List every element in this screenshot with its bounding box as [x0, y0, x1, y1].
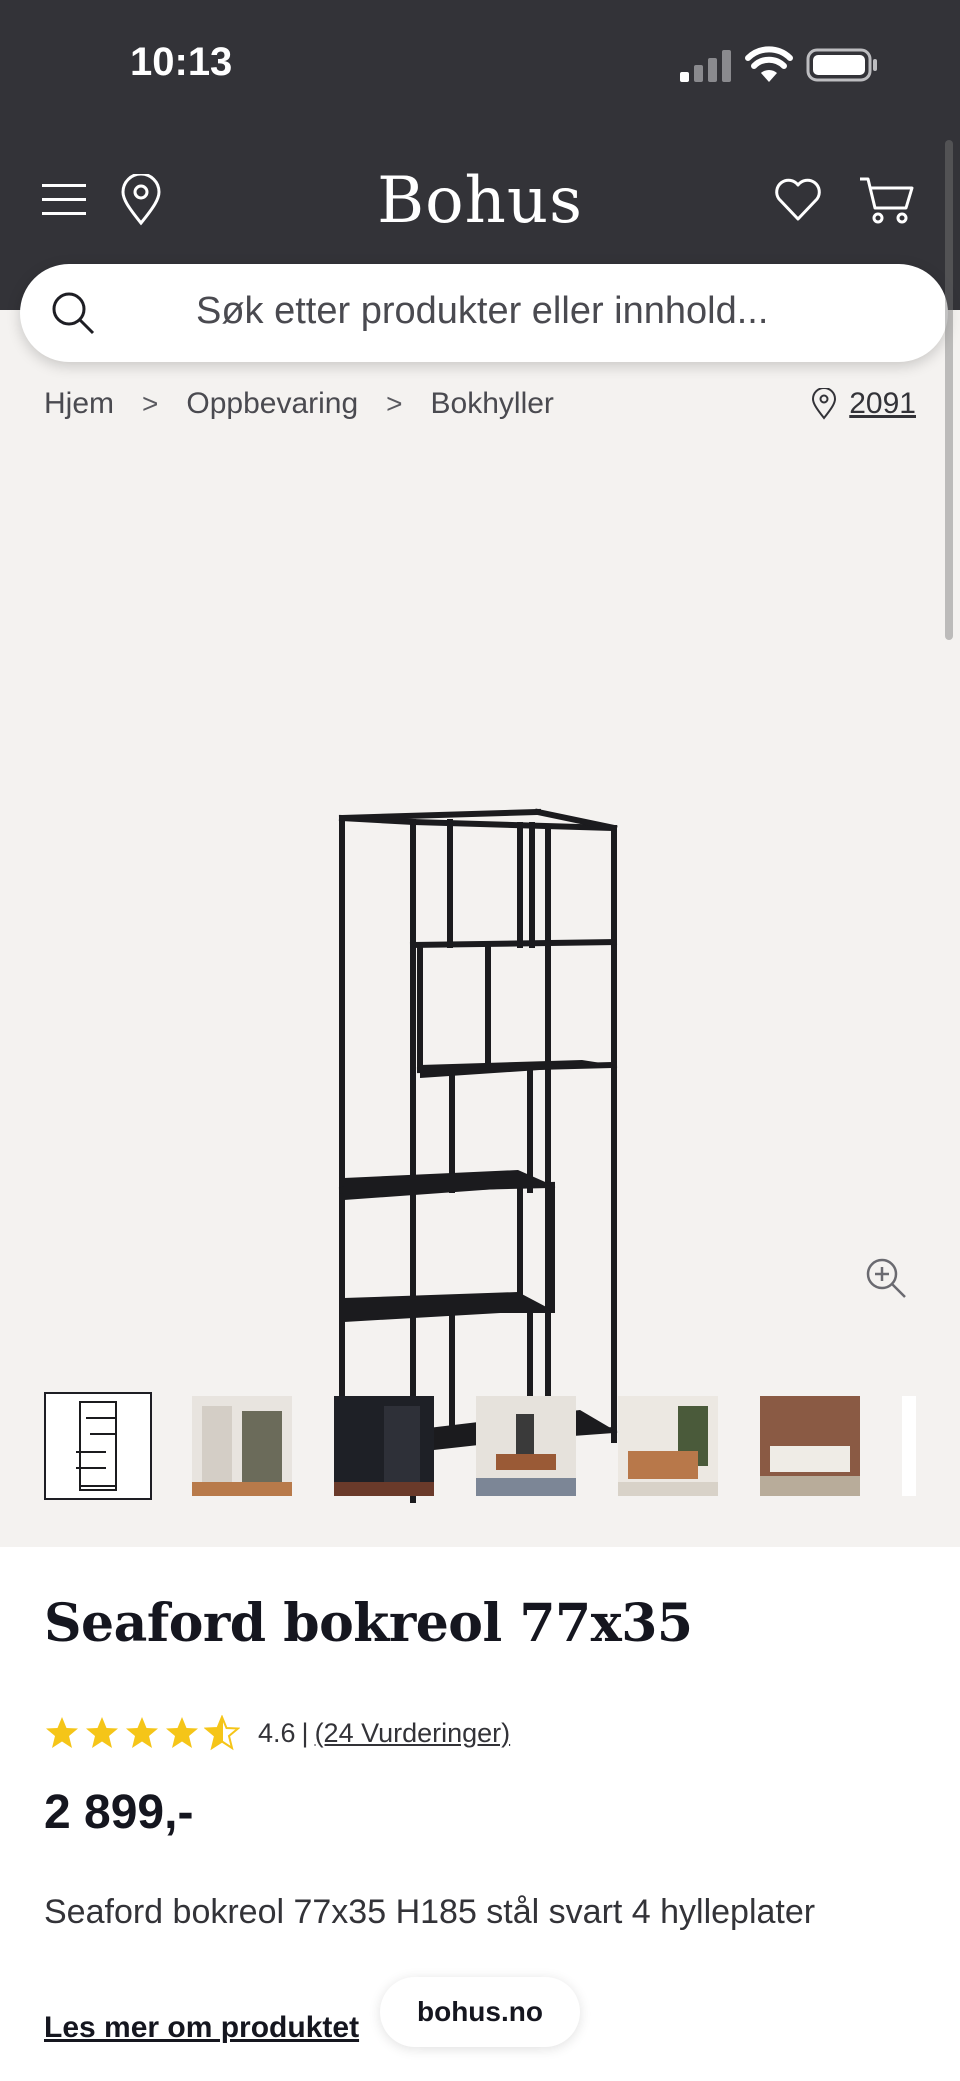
thumbnail-5[interactable]	[618, 1396, 718, 1496]
search-bar[interactable]: Søk etter produkter eller innhold...	[20, 264, 948, 362]
product-rating: 4.6 | (24 Vurderinger)	[44, 1715, 510, 1751]
scrollbar[interactable]	[945, 140, 953, 640]
star-full-icon	[166, 1717, 198, 1748]
status-time: 10:13	[130, 40, 233, 84]
location-pin-icon	[812, 388, 837, 420]
postcode-selector[interactable]: 2091	[811, 384, 916, 424]
product-details: Seaford bokreol 77x35 4.6 | (24 Vurderin…	[0, 1547, 960, 2081]
breadcrumb-item-oppbevaring[interactable]: Oppbevaring	[186, 387, 358, 421]
thumbnail-room-image	[192, 1396, 292, 1496]
thumbnail-3[interactable]	[334, 1396, 434, 1496]
product-gallery: Hjem > Oppbevaring > Bokhyller 2091	[0, 310, 960, 1547]
thumbnail-4[interactable]	[476, 1396, 576, 1496]
menu-icon[interactable]	[40, 180, 90, 220]
read-more-link[interactable]: Les mer om produktet	[44, 2011, 359, 2045]
battery-icon	[806, 48, 877, 82]
thumbnail-lounge-image	[760, 1396, 860, 1496]
breadcrumb: Hjem > Oppbevaring > Bokhyller	[44, 384, 554, 424]
reviews-link[interactable]: (24 Vurderinger)	[315, 1718, 511, 1749]
star-full-icon	[86, 1717, 118, 1748]
wifi-icon	[745, 46, 793, 82]
breadcrumb-item-hjem[interactable]: Hjem	[44, 387, 114, 421]
nav-row: Bohus	[0, 160, 960, 240]
thumbnail-6[interactable]	[760, 1396, 860, 1496]
product-description: Seaford bokreol 77x35 H185 stål svart 4 …	[44, 1893, 816, 1931]
browser-url-pill[interactable]: bohus.no	[380, 1977, 580, 2047]
thumbnail-strip	[44, 1392, 960, 1506]
rating-separator: |	[301, 1717, 309, 1748]
status-bar: 10:13	[0, 0, 960, 130]
heart-icon[interactable]	[772, 174, 824, 226]
thumbnail-2[interactable]	[192, 1396, 292, 1496]
postcode-value[interactable]: 2091	[849, 387, 916, 421]
search-icon	[52, 292, 95, 335]
star-full-icon	[126, 1717, 158, 1748]
cellular-signal-icon	[680, 50, 731, 82]
zoom-in-icon[interactable]	[864, 1256, 908, 1300]
breadcrumb-item-bokhyller[interactable]: Bokhyller	[431, 387, 554, 421]
breadcrumb-separator: >	[142, 388, 159, 419]
thumbnail-1[interactable]	[44, 1392, 152, 1500]
thumbnail-sofa-image	[618, 1396, 718, 1496]
product-title: Seaford bokreol 77x35	[44, 1593, 693, 1654]
thumbnail-living-room-image	[476, 1396, 576, 1496]
thumbnail-bookshelf-image	[76, 1401, 117, 1491]
search-input[interactable]: Søk etter produkter eller innhold...	[196, 290, 768, 333]
location-icon[interactable]	[118, 174, 164, 226]
breadcrumb-separator: >	[386, 388, 403, 419]
rating-value: 4.6	[258, 1717, 296, 1748]
bohus-logo[interactable]: Bohus	[330, 164, 630, 238]
thumbnail-7[interactable]	[902, 1396, 916, 1496]
cart-icon[interactable]	[858, 174, 916, 226]
rating-stars	[44, 1715, 244, 1751]
product-price: 2 899,-	[44, 1786, 194, 1839]
star-half-icon	[204, 1715, 240, 1751]
star-full-icon	[46, 1717, 78, 1748]
thumbnail-dark-room-image	[334, 1396, 434, 1496]
